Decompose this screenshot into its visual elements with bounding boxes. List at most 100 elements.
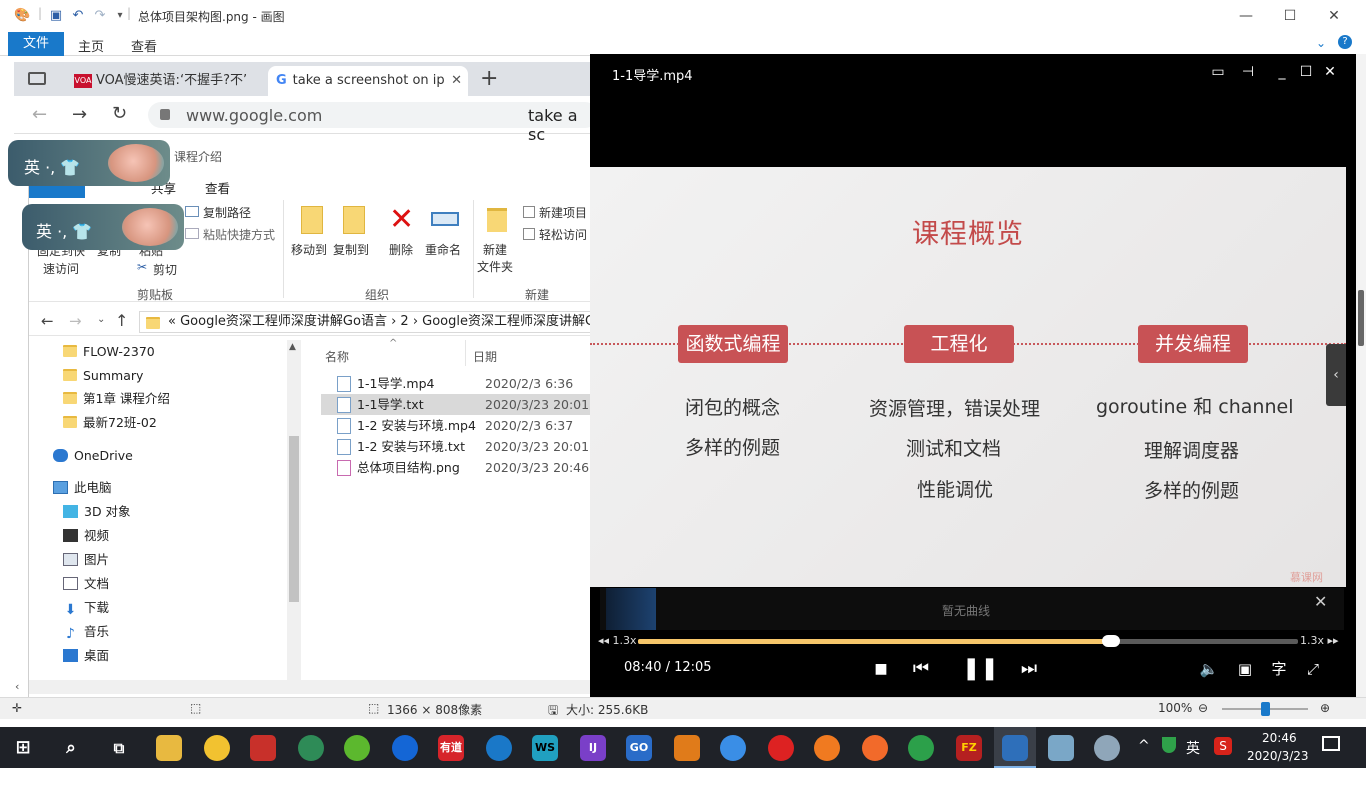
undo-icon[interactable]: ↶ [70, 8, 86, 24]
open-file-icon[interactable]: ▭ [1208, 62, 1228, 82]
search-icon[interactable]: ⌕ [58, 735, 84, 761]
evernote-icon[interactable] [908, 735, 934, 761]
feather-app-icon[interactable] [862, 735, 888, 761]
zoom-out-button[interactable]: ⊖ [1198, 701, 1208, 715]
chrome-icon[interactable] [720, 735, 746, 761]
copy-path-button[interactable]: 复制路径 [203, 204, 251, 221]
forward-icon[interactable]: → [69, 312, 82, 330]
save-icon[interactable]: ▣ [48, 8, 64, 24]
task-view-icon[interactable]: ⧉ [106, 735, 132, 761]
maximize-button[interactable]: ☐ [1278, 6, 1302, 26]
scroll-up-icon[interactable]: ▲ [289, 342, 296, 352]
file-row[interactable]: 总体项目结构.png 2020/3/23 20:46 [321, 457, 607, 478]
easy-access-button[interactable]: 轻松访问 [539, 226, 587, 243]
rename-button[interactable]: 重命名 [425, 241, 461, 258]
forward-icon[interactable]: → [72, 104, 87, 125]
back-icon[interactable]: ← [32, 104, 47, 125]
yandex-icon[interactable] [768, 735, 794, 761]
start-windows-icon[interactable]: ⊞ [10, 735, 36, 761]
previous-icon[interactable]: ⏮ [910, 658, 932, 680]
notification-center-icon[interactable] [1322, 736, 1340, 751]
close-icon[interactable]: ✕ [1320, 62, 1340, 82]
nav-item-3d[interactable]: 3D 对象 [63, 500, 131, 524]
explorer-horizontal-scrollbar[interactable]: ‹ [15, 680, 595, 694]
tab-search-icon[interactable] [28, 72, 46, 85]
nav-item-videos[interactable]: 视频 [63, 524, 109, 548]
sublime-icon[interactable] [674, 735, 700, 761]
nav-item-downloads[interactable]: ⬇ 下载 [63, 596, 109, 620]
pin-on-top-icon[interactable]: ⊣ [1238, 62, 1258, 82]
nav-item-desktop[interactable]: 桌面 [63, 644, 109, 668]
explorer-tab-view[interactable]: 查看 [205, 178, 230, 197]
tab-view[interactable]: 查看 [131, 36, 157, 55]
show-hidden-icons-icon[interactable]: ^ [1138, 738, 1150, 754]
goland-icon[interactable]: GO [626, 735, 652, 761]
minimize-button[interactable]: — [1234, 6, 1258, 26]
minimize-icon[interactable]: _ [1272, 62, 1292, 82]
breadcrumb[interactable]: « Google资深工程师深度讲解Go语言 › 2 › Google资深工程师深… [139, 311, 593, 333]
webstorm-icon[interactable]: WS [532, 735, 558, 761]
close-button[interactable]: ✕ [1322, 6, 1346, 26]
shield-app-icon[interactable] [250, 735, 276, 761]
help-icon[interactable]: ? [1338, 35, 1352, 49]
ime-status-badge[interactable]: 英 ·, 👕 [22, 204, 184, 250]
scroll-left-icon[interactable]: ‹ [15, 680, 19, 693]
nav-scroll-thumb[interactable] [289, 436, 299, 602]
sogou-ime-icon[interactable]: S [1214, 737, 1232, 755]
zoom-slider-handle[interactable] [1261, 702, 1270, 716]
chrome-tab-google[interactable]: Gtake a screenshot on ip ✕ [268, 66, 468, 96]
map-pin-app-icon[interactable] [392, 735, 418, 761]
firefox-icon[interactable] [814, 735, 840, 761]
nav-item-music[interactable]: ♪ 音乐 [63, 620, 109, 644]
nav-item-this-pc[interactable]: 此电脑 [53, 476, 112, 500]
chrome-tab-voa[interactable]: VOA VOA慢速英语:‘不握手?不’ [66, 66, 264, 96]
tab-home[interactable]: 主页 [78, 36, 104, 55]
recent-locations-icon[interactable]: ⌄ [97, 314, 105, 325]
cut-button[interactable]: 剪切 [153, 261, 177, 278]
back-icon[interactable]: ← [41, 312, 54, 330]
progress-bar[interactable] [638, 635, 1298, 647]
notes-app-icon[interactable] [1048, 735, 1074, 761]
zoom-in-button[interactable]: ⊕ [1320, 701, 1330, 715]
move-to-button[interactable]: 移动到 [291, 241, 327, 258]
clock-time[interactable]: 20:46 [1262, 731, 1297, 745]
new-tab-button[interactable]: + [480, 66, 498, 91]
nav-item-summary[interactable]: Summary [63, 364, 143, 388]
redo-icon[interactable]: ↷ [92, 8, 108, 24]
video-frame-slide[interactable]: 课程概览 函数式编程 工程化 并发编程 闭包的概念 多样的例题 资源管理，错误处… [590, 167, 1346, 587]
paint-app-icon[interactable] [1094, 735, 1120, 761]
reload-icon[interactable]: ↻ [112, 103, 127, 124]
subtitle-button[interactable]: 字 [1268, 658, 1290, 680]
speed-down-button[interactable]: ◂◂ 1.3x [598, 634, 637, 647]
background-window-scrollbar[interactable] [1356, 54, 1366, 714]
close-tab-icon[interactable]: ✕ [451, 66, 462, 96]
file-row-selected[interactable]: 1-1导学.txt 2020/3/23 20:01 [321, 394, 607, 415]
maximize-icon[interactable]: ☐ [1296, 62, 1316, 82]
scroll-thumb[interactable] [1358, 290, 1364, 346]
file-row[interactable]: 1-2 安装与环境.mp4 2020/2/3 6:37 [321, 415, 607, 436]
stop-icon[interactable]: ■ [870, 658, 892, 680]
tab-file[interactable]: 文件 [8, 32, 64, 56]
nav-item-chapter1[interactable]: 第1章 课程介绍 [63, 387, 170, 411]
nav-item-documents[interactable]: 文档 [63, 572, 109, 596]
nav-item-flow[interactable]: FLOW-2370 [63, 340, 155, 364]
preview-thumbnail[interactable] [606, 588, 656, 630]
customize-quick-access-icon[interactable]: ▾ [112, 8, 128, 24]
collapse-sidebar-button[interactable]: ‹ [1326, 344, 1346, 406]
fullscreen-icon[interactable]: ⤢ [1302, 658, 1324, 680]
close-preview-icon[interactable]: ✕ [1314, 592, 1327, 611]
omnibox[interactable]: www.google.com take a sc [148, 102, 598, 144]
column-header-name[interactable]: 名称 [325, 348, 349, 365]
next-icon[interactable]: ⏭ [1018, 658, 1040, 680]
paste-shortcut-button[interactable]: 粘贴快捷方式 [203, 226, 275, 243]
column-header-date[interactable]: 日期 [473, 348, 497, 365]
file-row[interactable]: 1-1导学.mp4 2020/2/3 6:36 [321, 373, 607, 394]
video-player-app-icon[interactable] [1002, 735, 1028, 761]
copy-to-button[interactable]: 复制到 [333, 241, 369, 258]
security-shield-icon[interactable] [1162, 737, 1176, 753]
picture-in-picture-icon[interactable]: ▣ [1234, 658, 1256, 680]
face-app-icon[interactable] [204, 735, 230, 761]
speed-up-button[interactable]: 1.3x ▸▸ [1300, 634, 1339, 647]
new-item-button[interactable]: 新建项目 [539, 204, 587, 221]
expand-ribbon-icon[interactable]: ⌄ [1316, 36, 1326, 50]
